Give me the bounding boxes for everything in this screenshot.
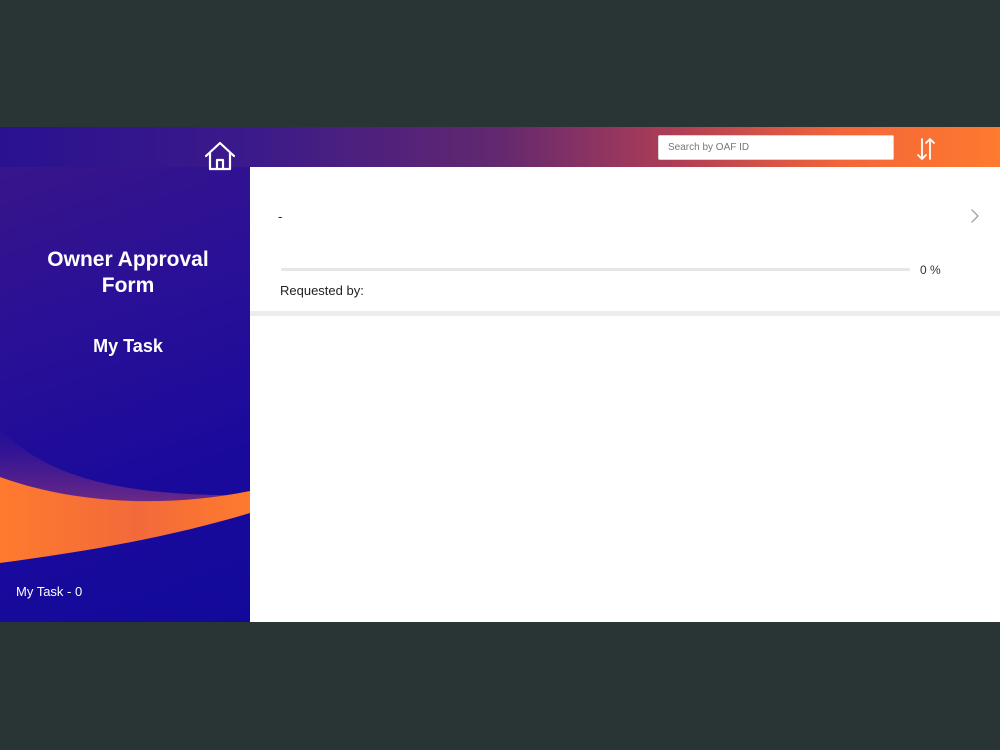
chevron-right-icon[interactable] bbox=[968, 207, 982, 225]
task-list: - 0 % Requested by: bbox=[250, 167, 1000, 622]
sort-arrows-icon[interactable] bbox=[914, 136, 938, 162]
sidebar: Owner Approval Form My Task My Task - 0 bbox=[0, 139, 250, 622]
task-card[interactable]: - 0 % Requested by: bbox=[250, 167, 1000, 311]
requested-by-label: Requested by: bbox=[280, 283, 364, 298]
progress-bar bbox=[281, 268, 910, 271]
section-title: My Task bbox=[93, 336, 163, 356]
divider bbox=[250, 311, 1000, 316]
search-input[interactable] bbox=[658, 135, 894, 160]
top-header bbox=[0, 127, 1000, 171]
app-window: Owner Approval Form My Task My Task - 0 … bbox=[0, 127, 1000, 622]
task-title: - bbox=[278, 209, 283, 224]
app-title: Owner Approval Form bbox=[47, 248, 209, 297]
progress-percent: 0 % bbox=[920, 263, 941, 277]
decorative-wave bbox=[0, 429, 250, 563]
home-icon[interactable] bbox=[202, 139, 238, 173]
task-count-label: My Task - 0 bbox=[16, 584, 83, 599]
